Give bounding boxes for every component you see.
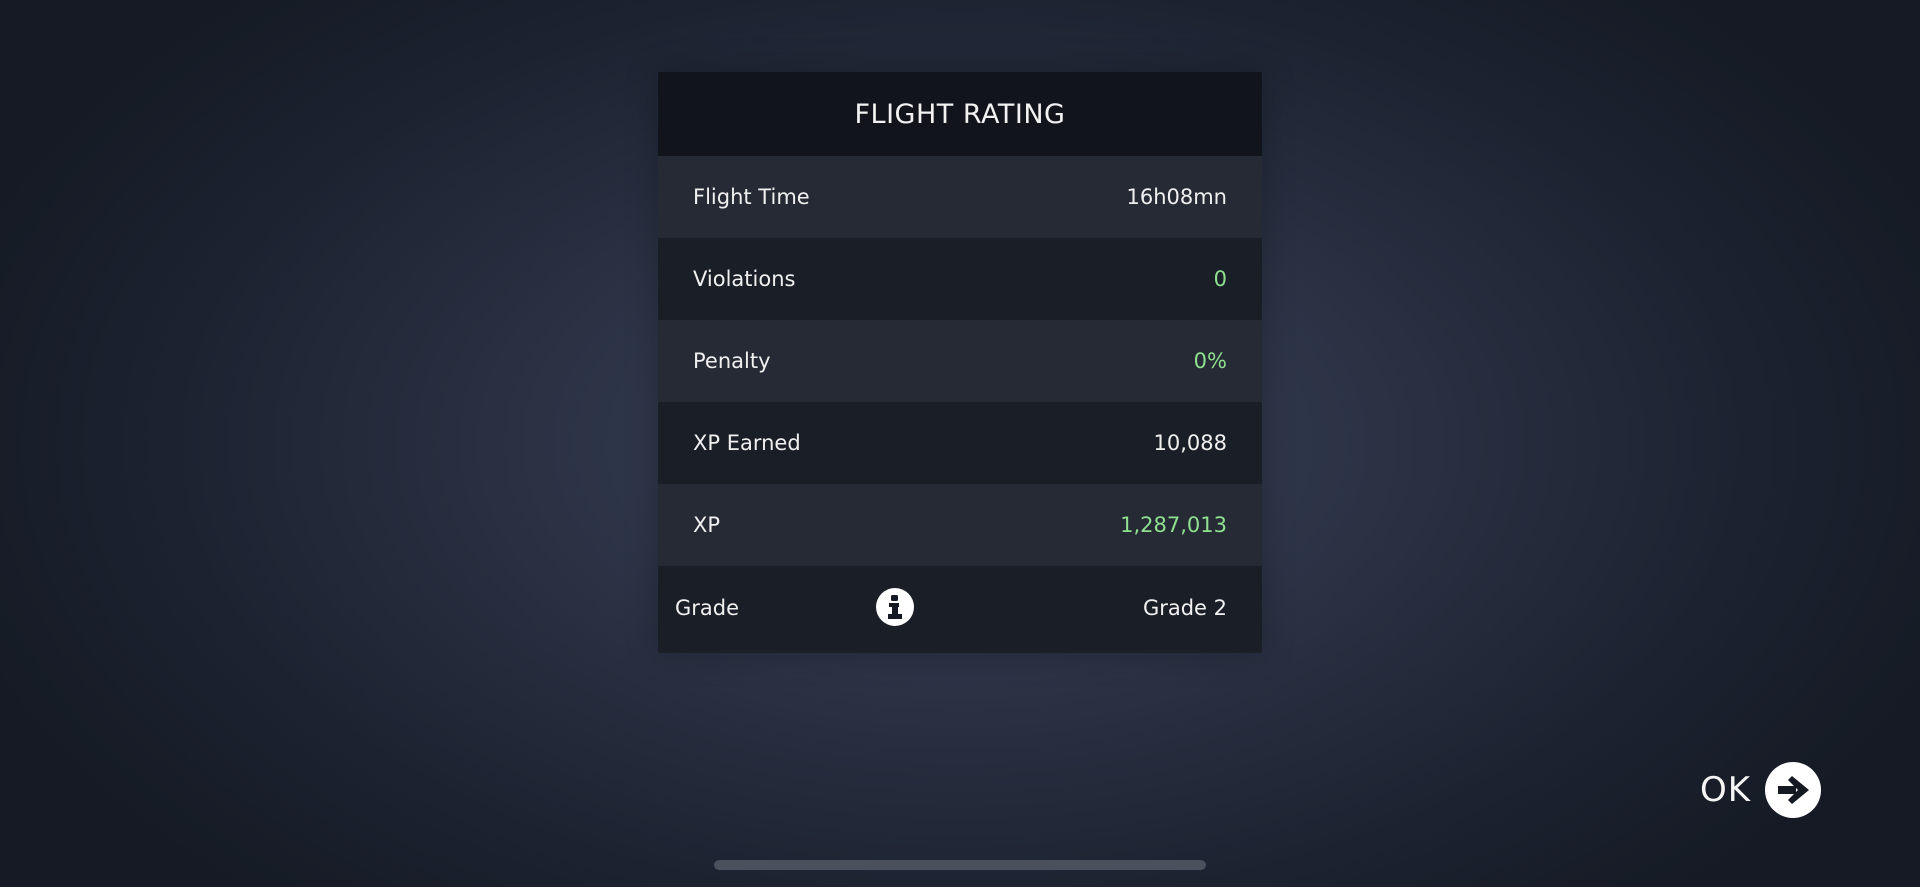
ok-button[interactable]: OK — [1700, 762, 1822, 818]
penalty-value: 0% — [1193, 349, 1227, 373]
flight-time-value: 16h08mn — [1126, 185, 1227, 209]
info-icon[interactable] — [876, 588, 914, 626]
info-glyph — [888, 595, 902, 619]
row-label: Flight Time — [693, 185, 810, 209]
violations-value: 0 — [1213, 267, 1227, 291]
xp-value: 1,287,013 — [1120, 513, 1227, 537]
arrow-right-circle-icon — [1765, 762, 1822, 818]
xp-earned-value: 10,088 — [1153, 431, 1227, 455]
penalty-row: Penalty 0% — [658, 320, 1262, 402]
row-label: Violations — [693, 267, 796, 291]
row-label: Penalty — [693, 349, 771, 373]
row-label: Grade — [675, 596, 740, 620]
arrow-right-glyph — [1778, 776, 1810, 804]
panel-title: FLIGHT RATING — [658, 72, 1262, 156]
home-indicator — [714, 860, 1206, 870]
row-label: XP — [693, 513, 721, 537]
row-label: XP Earned — [693, 431, 801, 455]
flight-time-row: Flight Time 16h08mn — [658, 156, 1262, 238]
flight-rating-panel: FLIGHT RATING Flight Time 16h08mn Violat… — [658, 72, 1262, 653]
violations-row: Violations 0 — [658, 238, 1262, 320]
grade-row: Grade Grade 2 — [658, 566, 1262, 650]
xp-earned-row: XP Earned 10,088 — [658, 402, 1262, 484]
xp-row: XP 1,287,013 — [658, 484, 1262, 566]
ok-label: OK — [1700, 770, 1752, 810]
grade-value: Grade 2 — [1142, 596, 1227, 620]
